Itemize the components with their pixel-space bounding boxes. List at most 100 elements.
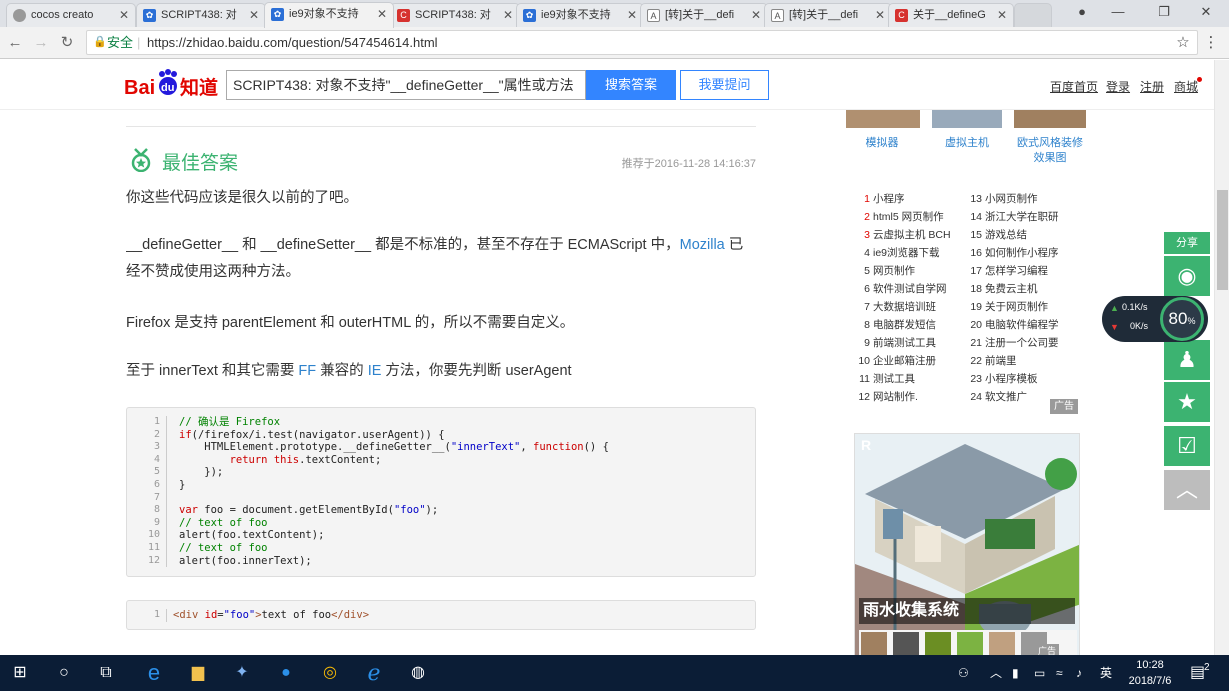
minimize-button[interactable]: — — [1098, 0, 1138, 26]
bookmark-star-icon[interactable]: ☆ — [1172, 32, 1194, 54]
rank-text: 前端里 — [985, 355, 1017, 367]
rank-item[interactable]: 21 注册一个公司要 — [970, 334, 1058, 352]
forward-icon[interactable]: → — [30, 32, 52, 54]
rank-item[interactable]: 2 html5 网页制作 — [858, 208, 951, 226]
internet-explorer-icon[interactable]: ℯ — [354, 655, 394, 691]
rank-item[interactable]: 13 小网页制作 — [970, 190, 1059, 208]
rank-item[interactable]: 23 小程序模板 — [970, 370, 1059, 388]
rank-item[interactable]: 24 软文推广 — [970, 388, 1059, 406]
ad-thumbnail[interactable] — [1014, 110, 1086, 128]
rank-item[interactable]: 1 小程序 — [858, 190, 951, 208]
ff-link[interactable]: FF — [298, 363, 316, 379]
visual-studio-icon[interactable]: ✦ — [222, 655, 262, 691]
rank-item[interactable]: 22 前端里 — [970, 352, 1059, 370]
rank-item[interactable]: 17 怎样学习编程 — [970, 262, 1059, 280]
ad-title[interactable]: 雨水收集系统 — [859, 598, 1075, 624]
network-speed-widget[interactable]: ▲ 0.1K/s ▼ 0K/s 80% — [1102, 296, 1208, 342]
ad-thumbnail[interactable] — [932, 110, 1002, 128]
edge-browser-icon[interactable]: e — [134, 655, 174, 691]
url-field[interactable]: 🔒 安全 | https://zhidao.baidu.com/question… — [86, 30, 1198, 55]
people-icon[interactable]: ⚇ — [958, 655, 969, 691]
clock-date[interactable]: 2018/7/6 — [1122, 673, 1178, 689]
profile-icon[interactable]: ● — [1062, 0, 1102, 26]
mall-link[interactable]: 商城 — [1174, 78, 1198, 95]
tray-expand-icon[interactable]: ︿ — [990, 655, 1002, 691]
rank-item[interactable]: 6 软件测试自学网 — [858, 280, 951, 298]
tab-blog-definegetter-2[interactable]: A [转]关于__defi ✕ — [764, 3, 892, 27]
close-icon[interactable]: ✕ — [119, 4, 129, 26]
baidu-zhidao-logo[interactable]: Bai du 知道 — [124, 68, 220, 100]
register-link[interactable]: 注册 — [1140, 78, 1164, 95]
wechat-icon[interactable]: ◉ — [1164, 256, 1210, 296]
rank-item[interactable]: 10 企业邮箱注册 — [858, 352, 951, 370]
windows-start-icon[interactable]: ⊞ — [0, 655, 40, 691]
search-input[interactable]: SCRIPT438: 对象不支持"__defineGetter__"属性或方法 — [226, 70, 586, 100]
tray-app-icon[interactable]: ▮ — [1012, 655, 1019, 691]
file-explorer-icon[interactable]: ▆ — [178, 655, 218, 691]
app-icon[interactable]: ● — [266, 655, 306, 691]
close-icon[interactable]: ✕ — [377, 3, 387, 25]
wifi-icon[interactable]: ≈ — [1056, 655, 1063, 691]
ad-thumbnail[interactable] — [846, 110, 920, 128]
close-icon[interactable]: ✕ — [503, 4, 513, 26]
tab-csdn-definegetter[interactable]: C 关于__defineG ✕ — [888, 3, 1014, 27]
app-drop-icon[interactable]: ◍ — [398, 655, 438, 691]
rank-item[interactable]: 8 电脑群发短信 — [858, 316, 951, 334]
clock-time[interactable]: 10:28 — [1122, 657, 1178, 673]
scrollbar-thumb[interactable] — [1217, 190, 1228, 290]
ie-link[interactable]: IE — [368, 363, 382, 379]
close-icon[interactable]: ✕ — [627, 4, 637, 26]
close-icon[interactable]: ✕ — [751, 4, 761, 26]
rank-item[interactable]: 19 关于网页制作 — [970, 298, 1059, 316]
thumb-label[interactable]: 虚拟主机 — [932, 136, 1002, 151]
network-icon[interactable]: ▭ — [1034, 655, 1045, 691]
ask-question-button[interactable]: 我要提问 — [680, 70, 769, 100]
new-tab-button[interactable] — [1014, 3, 1052, 27]
notification-icon[interactable]: ▤ — [1190, 655, 1205, 691]
rank-item[interactable]: 7 大数据培训班 — [858, 298, 951, 316]
ad-banner[interactable]: R 雨水收集系统 广告 — [854, 433, 1080, 655]
tab-baidu-script438[interactable]: ✿ SCRIPT438: 对 ✕ — [136, 3, 266, 27]
chrome-icon[interactable]: ◎ — [310, 655, 350, 691]
tab-baidu-ie9-active[interactable]: ✿ ie9对象不支持 ✕ — [264, 2, 394, 28]
task-view-icon[interactable]: ⧉ — [86, 655, 126, 691]
clipboard-check-icon[interactable]: ☑ — [1164, 426, 1210, 466]
tab-csdn-script438[interactable]: C SCRIPT438: 对 ✕ — [390, 3, 520, 27]
cortana-search-icon[interactable]: ○ — [44, 655, 84, 691]
reload-icon[interactable]: ↻ — [56, 32, 78, 54]
rank-item[interactable]: 15 游戏总结 — [970, 226, 1059, 244]
close-icon[interactable]: ✕ — [997, 4, 1007, 26]
back-to-top-icon[interactable]: ︿ — [1164, 470, 1210, 510]
mozilla-link[interactable]: Mozilla — [680, 237, 725, 253]
close-icon[interactable]: ✕ — [875, 4, 885, 26]
rank-item[interactable]: 5 网页制作 — [858, 262, 951, 280]
rank-item[interactable]: 18 免费云主机 — [970, 280, 1059, 298]
tab-baidu-ie9[interactable]: ✿ ie9对象不支持 ✕ — [516, 3, 644, 27]
rank-item[interactable]: 11 测试工具 — [858, 370, 951, 388]
search-answer-button[interactable]: 搜索答案 — [586, 70, 676, 100]
login-link[interactable]: 登录 — [1106, 78, 1130, 95]
favorite-star-icon[interactable]: ★ — [1164, 382, 1210, 422]
rank-item[interactable]: 9 前端测试工具 — [858, 334, 951, 352]
close-window-button[interactable]: ✕ — [1186, 0, 1226, 26]
tab-blog-definegetter-1[interactable]: A [转]关于__defi ✕ — [640, 3, 768, 27]
close-icon[interactable]: ✕ — [249, 4, 259, 26]
maximize-button[interactable]: ❐ — [1144, 0, 1184, 26]
ime-indicator[interactable]: 英 — [1100, 655, 1112, 691]
rank-item[interactable]: 3 云虚拟主机 BCH — [858, 226, 950, 244]
qq-icon[interactable]: ♟ — [1164, 340, 1210, 380]
rank-item[interactable]: 14 浙江大学在职研 — [970, 208, 1058, 226]
tab-cocos[interactable]: cocos creato ✕ — [6, 3, 136, 27]
line-number: 11 — [147, 541, 160, 553]
rank-item[interactable]: 16 如何制作小程序 — [970, 244, 1058, 262]
back-icon[interactable]: ← — [4, 32, 26, 54]
rank-item[interactable]: 20 电脑软件编程学 — [970, 316, 1058, 334]
thumb-label[interactable]: 模拟器 — [846, 136, 918, 151]
volume-icon[interactable]: ♪ — [1076, 655, 1082, 691]
page-scrollbar[interactable] — [1214, 60, 1229, 655]
thumb-label[interactable]: 欧式风格装修效果图 — [1014, 136, 1086, 166]
rank-item[interactable]: 4 ie9浏览器下载 — [858, 244, 951, 262]
menu-icon[interactable]: ⋮ — [1200, 32, 1222, 54]
rank-item[interactable]: 12 网站制作. — [858, 388, 951, 406]
baidu-home-link[interactable]: 百度首页 — [1050, 78, 1098, 95]
